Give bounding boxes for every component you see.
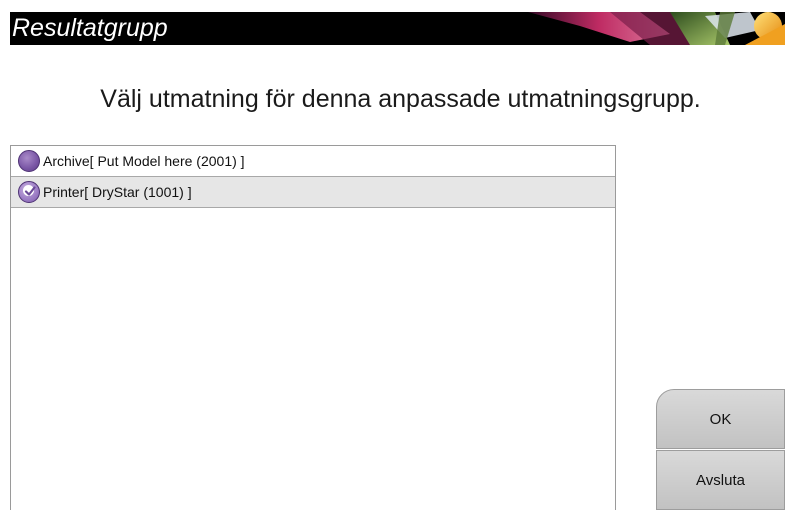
flower-banner-image	[528, 12, 785, 45]
page-heading: Välj utmatning för denna anpassade utmat…	[100, 85, 701, 113]
output-row-printer[interactable]: Printer[ DryStar (1001) ]	[11, 177, 615, 208]
radio-unchecked-icon[interactable]	[18, 150, 40, 172]
title-bar: Resultatgrupp	[10, 12, 785, 45]
ok-button[interactable]: OK	[656, 389, 785, 449]
output-label-archive: Archive[ Put Model here (2001) ]	[43, 153, 245, 169]
window-title: Resultatgrupp	[12, 14, 168, 42]
output-row-archive[interactable]: Archive[ Put Model here (2001) ]	[11, 146, 615, 177]
radio-checked-icon[interactable]	[18, 181, 40, 203]
checkmark-icon	[24, 186, 36, 196]
output-list: Archive[ Put Model here (2001) ] Printer…	[10, 145, 616, 510]
exit-button[interactable]: Avsluta	[656, 450, 785, 510]
output-label-printer: Printer[ DryStar (1001) ]	[43, 184, 192, 200]
